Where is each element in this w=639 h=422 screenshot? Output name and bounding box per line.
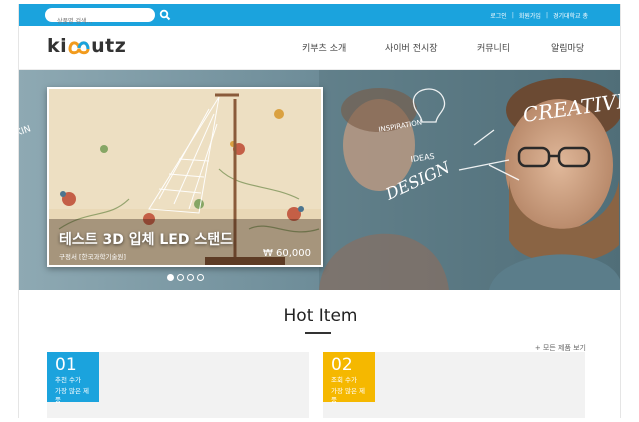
rank-number: 01 xyxy=(55,355,77,375)
logo-text-right: utz xyxy=(91,35,127,57)
slide-dot[interactable] xyxy=(177,274,184,281)
logo-loop-icon xyxy=(68,41,90,55)
featured-product-card[interactable]: 테스트 3D 입체 LED 스탠드 구정서 [한국과학기술원] ₩ 60,000 xyxy=(47,87,323,267)
logo-text-left: ki xyxy=(47,35,68,57)
login-link[interactable]: 로그인 xyxy=(490,11,507,20)
rank-caption: 가장 많은 제품 xyxy=(55,387,90,404)
rank-badge-02: 02 조회 수가 가장 많은 제품 xyxy=(323,352,375,404)
rank-caption: 조회 수가 xyxy=(331,376,357,384)
product-seller: 구정서 [한국과학기술원] xyxy=(59,253,126,261)
nav-cyber-exhibition[interactable]: 사이버 전시장 xyxy=(385,41,438,54)
slide-dot[interactable] xyxy=(197,274,204,281)
site-header: ki utz 키부츠 소개 사이버 전시장 커뮤니티 알림마당 xyxy=(19,26,620,70)
link-separator: | xyxy=(511,11,514,19)
product-price: ₩ 60,000 xyxy=(262,248,311,259)
link-separator: | xyxy=(545,11,548,19)
site-logo[interactable]: ki utz xyxy=(47,35,126,57)
title-underline xyxy=(305,332,331,334)
signup-link[interactable]: 회원가입 xyxy=(519,11,541,20)
section-title-hot-item: Hot Item xyxy=(283,306,358,326)
search-icon[interactable] xyxy=(159,8,171,22)
nav-about[interactable]: 키부츠 소개 xyxy=(302,41,346,54)
slide-dot[interactable] xyxy=(167,274,174,281)
top-links: 로그인 | 회원가입 | 경기대학교 총 xyxy=(490,9,588,21)
rank-caption: 추천 수가 xyxy=(55,376,81,384)
page-frame: 로그인 | 회원가입 | 경기대학교 총 ki utz 키부츠 소개 사이버 전… xyxy=(18,4,621,418)
rank-caption: 가장 많은 제품 xyxy=(331,387,366,404)
rank-badge-01: 01 추천 수가 가장 많은 제품 xyxy=(47,352,99,404)
product-title: 테스트 3D 입체 LED 스탠드 xyxy=(59,232,234,248)
search-box[interactable] xyxy=(45,8,155,29)
nav-community[interactable]: 커뮤니티 xyxy=(477,41,510,54)
rank-number: 02 xyxy=(331,355,353,375)
top-bar: 로그인 | 회원가입 | 경기대학교 총 xyxy=(19,4,620,29)
university-link[interactable]: 경기대학교 총 xyxy=(553,11,588,20)
slide-dot[interactable] xyxy=(187,274,194,281)
nav-notice[interactable]: 알림마당 xyxy=(551,41,584,54)
slider-dots xyxy=(167,274,204,281)
hero-banner[interactable]: CREATIVE INSPIRATION IDEAS DESIGN KIN 테스… xyxy=(19,70,620,290)
